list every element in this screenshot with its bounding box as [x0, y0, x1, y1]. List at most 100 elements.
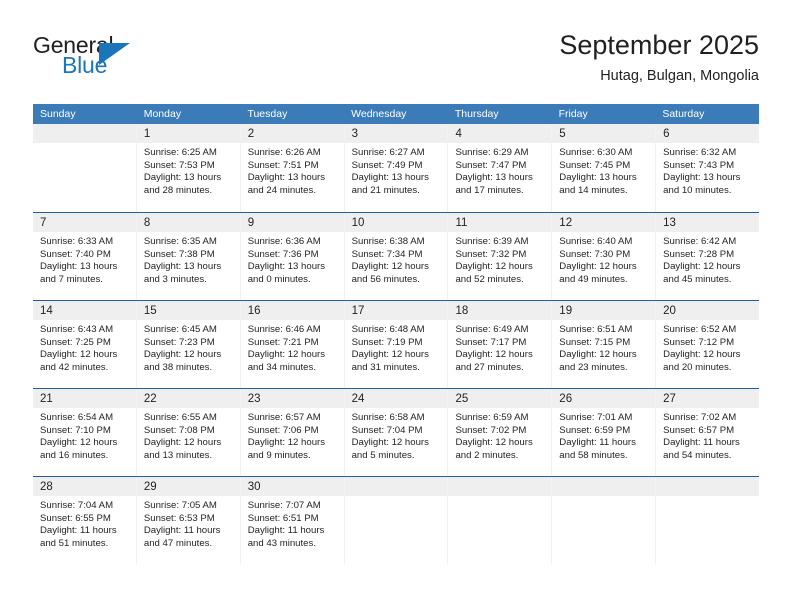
daylight-text-line1: Daylight: 13 hours — [40, 261, 118, 273]
sunset-text: Sunset: 7:53 PM — [143, 159, 215, 171]
day-cell[interactable] — [344, 477, 449, 564]
day-cell[interactable]: 21 Sunrise: 6:54 AM Sunset: 7:10 PM Dayl… — [33, 389, 137, 476]
sunset-text: Sunset: 7:51 PM — [247, 159, 319, 171]
page-header: General Blue September 2025 Hutag, Bulga… — [33, 28, 759, 96]
day-cell[interactable]: 25 Sunrise: 6:59 AM Sunset: 7:02 PM Dayl… — [448, 389, 553, 476]
day-details: Sunrise: 6:57 AM Sunset: 7:06 PM Dayligh… — [241, 408, 344, 462]
day-number-band: 15 — [136, 301, 240, 320]
sunset-text: Sunset: 7:17 PM — [455, 336, 527, 348]
daylight-text-line2: and 16 minutes. — [40, 449, 109, 461]
daylight-text-line1: Daylight: 13 hours — [247, 261, 326, 273]
day-number: 13 — [663, 217, 676, 229]
day-number: 2 — [247, 128, 255, 140]
day-cell[interactable]: 27 Sunrise: 7:02 AM Sunset: 6:57 PM Dayl… — [656, 389, 760, 476]
day-cell[interactable] — [33, 124, 137, 212]
sunset-text: Sunset: 6:53 PM — [143, 512, 215, 524]
day-number-band: 29 — [136, 477, 240, 496]
day-number: 23 — [247, 393, 261, 405]
day-cell[interactable]: 15 Sunrise: 6:45 AM Sunset: 7:23 PM Dayl… — [136, 301, 241, 388]
dow-header-wednesday: Wednesday — [351, 108, 407, 120]
day-cell[interactable]: 22 Sunrise: 6:55 AM Sunset: 7:08 PM Dayl… — [136, 389, 241, 476]
sunrise-text: Sunrise: 6:57 AM — [247, 412, 321, 423]
sunset-text: Sunset: 6:59 PM — [559, 424, 631, 436]
day-number: 10 — [351, 217, 365, 229]
day-cell[interactable]: 8 Sunrise: 6:35 AM Sunset: 7:38 PM Dayli… — [136, 213, 241, 300]
day-number-band: 21 — [33, 389, 136, 408]
daylight-text-line2: and 7 minutes. — [40, 273, 103, 285]
day-number: 1 — [143, 128, 151, 140]
day-number-band: 4 — [448, 124, 552, 143]
daylight-text-line2: and 34 minutes. — [247, 361, 316, 373]
day-number-band: 2 — [240, 124, 344, 143]
day-details: Sunrise: 6:45 AM Sunset: 7:23 PM Dayligh… — [137, 320, 240, 374]
day-cell[interactable]: 12 Sunrise: 6:40 AM Sunset: 7:30 PM Dayl… — [552, 213, 657, 300]
day-cell[interactable]: 10 Sunrise: 6:38 AM Sunset: 7:34 PM Dayl… — [344, 213, 449, 300]
day-cell[interactable]: 19 Sunrise: 6:51 AM Sunset: 7:15 PM Dayl… — [552, 301, 657, 388]
day-cell[interactable]: 23 Sunrise: 6:57 AM Sunset: 7:06 PM Dayl… — [240, 389, 345, 476]
day-cell[interactable]: 4 Sunrise: 6:29 AM Sunset: 7:47 PM Dayli… — [448, 124, 553, 212]
sunrise-text: Sunrise: 6:26 AM — [247, 147, 321, 158]
sunset-text: Sunset: 7:25 PM — [40, 336, 111, 348]
sunset-text: Sunset: 6:51 PM — [247, 512, 319, 524]
sunset-text: Sunset: 7:02 PM — [455, 424, 527, 436]
daylight-text-line2: and 27 minutes. — [455, 361, 524, 373]
day-number-band — [552, 477, 656, 496]
sunset-text: Sunset: 6:55 PM — [40, 512, 111, 524]
day-cell[interactable]: 2 Sunrise: 6:26 AM Sunset: 7:51 PM Dayli… — [240, 124, 345, 212]
day-cell[interactable]: 29 Sunrise: 7:05 AM Sunset: 6:53 PM Dayl… — [136, 477, 241, 564]
daylight-text-line2: and 28 minutes. — [143, 184, 213, 196]
sunrise-text: Sunrise: 6:39 AM — [455, 236, 529, 247]
day-cell[interactable]: 18 Sunrise: 6:49 AM Sunset: 7:17 PM Dayl… — [448, 301, 553, 388]
page-title: September 2025 — [559, 30, 759, 60]
day-cell[interactable]: 24 Sunrise: 6:58 AM Sunset: 7:04 PM Dayl… — [344, 389, 449, 476]
day-details: Sunrise: 6:29 AM Sunset: 7:47 PM Dayligh… — [448, 143, 551, 197]
day-cell[interactable]: 17 Sunrise: 6:48 AM Sunset: 7:19 PM Dayl… — [344, 301, 449, 388]
day-cell[interactable]: 5 Sunrise: 6:30 AM Sunset: 7:45 PM Dayli… — [552, 124, 657, 212]
day-details: Sunrise: 6:30 AM Sunset: 7:45 PM Dayligh… — [552, 143, 655, 197]
day-cell[interactable]: 26 Sunrise: 7:01 AM Sunset: 6:59 PM Dayl… — [552, 389, 657, 476]
day-cell[interactable]: 20 Sunrise: 6:52 AM Sunset: 7:12 PM Dayl… — [656, 301, 760, 388]
daylight-text-line2: and 58 minutes. — [559, 449, 628, 461]
day-details: Sunrise: 6:39 AM Sunset: 7:32 PM Dayligh… — [448, 232, 551, 286]
day-cell[interactable]: 16 Sunrise: 6:46 AM Sunset: 7:21 PM Dayl… — [240, 301, 345, 388]
day-cell[interactable]: 1 Sunrise: 6:25 AM Sunset: 7:53 PM Dayli… — [136, 124, 241, 212]
day-cell[interactable]: 9 Sunrise: 6:36 AM Sunset: 7:36 PM Dayli… — [240, 213, 345, 300]
daylight-text-line2: and 31 minutes. — [351, 361, 420, 373]
day-cell[interactable] — [656, 477, 760, 564]
day-cell[interactable]: 11 Sunrise: 6:39 AM Sunset: 7:32 PM Dayl… — [448, 213, 553, 300]
day-cell[interactable]: 28 Sunrise: 7:04 AM Sunset: 6:55 PM Dayl… — [33, 477, 137, 564]
sunset-text: Sunset: 7:47 PM — [455, 159, 527, 171]
daylight-text-line1: Daylight: 12 hours — [559, 261, 637, 273]
sunrise-text: Sunrise: 7:01 AM — [559, 412, 633, 423]
day-cell[interactable]: 14 Sunrise: 6:43 AM Sunset: 7:25 PM Dayl… — [33, 301, 137, 388]
daylight-text-line2: and 42 minutes. — [40, 361, 109, 373]
sunset-text: Sunset: 7:32 PM — [455, 248, 527, 260]
brand-logo[interactable]: General Blue — [33, 32, 243, 88]
sunrise-text: Sunrise: 7:05 AM — [143, 500, 217, 511]
day-cell[interactable]: 13 Sunrise: 6:42 AM Sunset: 7:28 PM Dayl… — [656, 213, 760, 300]
day-details: Sunrise: 6:46 AM Sunset: 7:21 PM Dayligh… — [241, 320, 344, 374]
day-cell[interactable]: 7 Sunrise: 6:33 AM Sunset: 7:40 PM Dayli… — [33, 213, 137, 300]
day-cell[interactable]: 3 Sunrise: 6:27 AM Sunset: 7:49 PM Dayli… — [344, 124, 449, 212]
daylight-text-line1: Daylight: 11 hours — [559, 437, 636, 449]
daylight-text-line2: and 54 minutes. — [663, 449, 732, 461]
daylight-text-line1: Daylight: 13 hours — [143, 172, 222, 184]
week-row: 21 Sunrise: 6:54 AM Sunset: 7:10 PM Dayl… — [33, 388, 760, 476]
calendar-grid: Sunday Monday Tuesday Wednesday Thursday… — [33, 104, 760, 564]
sunset-text: Sunset: 7:43 PM — [663, 159, 735, 171]
day-cell[interactable]: 6 Sunrise: 6:32 AM Sunset: 7:43 PM Dayli… — [656, 124, 760, 212]
day-cell[interactable] — [448, 477, 553, 564]
day-number: 7 — [40, 217, 47, 229]
day-details: Sunrise: 6:38 AM Sunset: 7:34 PM Dayligh… — [345, 232, 448, 286]
day-cell[interactable] — [552, 477, 657, 564]
daylight-text-line1: Daylight: 12 hours — [40, 349, 118, 361]
daylight-text-line1: Daylight: 12 hours — [455, 437, 533, 449]
day-number: 21 — [40, 393, 53, 405]
day-number: 22 — [143, 393, 157, 405]
day-number-band: 26 — [552, 389, 656, 408]
day-cell[interactable]: 30 Sunrise: 7:07 AM Sunset: 6:51 PM Dayl… — [240, 477, 345, 564]
sunrise-text: Sunrise: 6:46 AM — [247, 324, 321, 335]
sunset-text: Sunset: 7:08 PM — [143, 424, 215, 436]
daylight-text-line1: Daylight: 12 hours — [559, 349, 637, 361]
sunrise-text: Sunrise: 6:54 AM — [40, 412, 114, 423]
